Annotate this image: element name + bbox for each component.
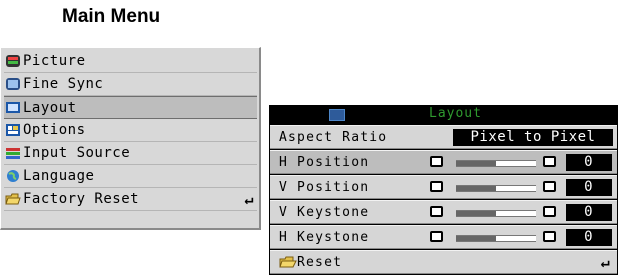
menu-item-language[interactable]: Language bbox=[4, 165, 257, 188]
menu-item-layout[interactable]: Layout bbox=[4, 96, 257, 119]
picture-icon bbox=[5, 54, 21, 68]
v-position-value: 0 bbox=[566, 179, 612, 196]
minus-adjust-icon bbox=[430, 181, 443, 192]
h-keystone-slider[interactable] bbox=[456, 235, 536, 242]
h-position-row[interactable]: H Position 0 bbox=[270, 150, 617, 174]
main-menu: Picture Fine Sync Layout Options Input S… bbox=[0, 47, 261, 230]
menu-item-label: Picture bbox=[23, 53, 86, 69]
menu-item-label: Options bbox=[23, 122, 86, 138]
reset-row[interactable]: Reset ↵ bbox=[270, 250, 617, 274]
v-position-label: V Position bbox=[279, 180, 370, 195]
folder-icon bbox=[5, 192, 21, 206]
menu-item-label: Factory Reset bbox=[23, 191, 140, 207]
enter-icon: ↵ bbox=[600, 253, 611, 271]
layout-icon bbox=[329, 109, 345, 121]
menu-item-label: Fine Sync bbox=[23, 76, 104, 92]
aspect-ratio-label: Aspect Ratio bbox=[279, 130, 388, 145]
minus-adjust-icon bbox=[430, 231, 443, 242]
v-keystone-label: V Keystone bbox=[279, 205, 370, 220]
enter-icon: ↵ bbox=[244, 190, 254, 208]
reset-label: Reset bbox=[297, 255, 343, 270]
plus-adjust-icon bbox=[543, 181, 556, 192]
fine-sync-icon bbox=[5, 77, 21, 91]
minus-adjust-icon bbox=[430, 206, 443, 217]
v-keystone-slider[interactable] bbox=[456, 210, 536, 217]
h-keystone-value: 0 bbox=[566, 229, 612, 246]
folder-icon bbox=[279, 256, 297, 268]
h-position-value: 0 bbox=[566, 154, 612, 171]
h-position-slider[interactable] bbox=[456, 160, 536, 167]
aspect-ratio-row[interactable]: Aspect Ratio Pixel to Pixel bbox=[270, 125, 617, 149]
plus-adjust-icon bbox=[543, 156, 556, 167]
slider-fill bbox=[456, 161, 496, 166]
options-icon bbox=[5, 123, 21, 137]
submenu-title: Layout bbox=[429, 106, 482, 121]
submenu-header: Layout bbox=[269, 105, 618, 124]
menu-item-label: Input Source bbox=[23, 145, 131, 161]
layout-submenu: Layout Aspect Ratio Pixel to Pixel H Pos… bbox=[269, 105, 618, 275]
v-keystone-row[interactable]: V Keystone 0 bbox=[270, 200, 617, 224]
globe-icon bbox=[5, 169, 21, 183]
v-keystone-value: 0 bbox=[566, 204, 612, 221]
slider-fill bbox=[456, 186, 496, 191]
h-keystone-row[interactable]: H Keystone 0 bbox=[270, 225, 617, 249]
h-position-label: H Position bbox=[279, 155, 370, 170]
menu-item-picture[interactable]: Picture bbox=[4, 50, 257, 73]
layout-icon bbox=[5, 101, 21, 115]
page-title: Main Menu bbox=[62, 6, 161, 27]
aspect-ratio-value[interactable]: Pixel to Pixel bbox=[453, 129, 613, 146]
v-position-slider[interactable] bbox=[456, 185, 536, 192]
minus-adjust-icon bbox=[430, 156, 443, 167]
menu-item-label: Layout bbox=[23, 99, 77, 116]
menu-item-label: Language bbox=[23, 168, 95, 184]
plus-adjust-icon bbox=[543, 231, 556, 242]
h-keystone-label: H Keystone bbox=[279, 230, 370, 245]
menu-item-factory-reset[interactable]: Factory Reset ↵ bbox=[4, 188, 257, 211]
menu-item-options[interactable]: Options bbox=[4, 119, 257, 142]
input-source-icon bbox=[5, 146, 21, 160]
slider-fill bbox=[456, 211, 496, 216]
plus-adjust-icon bbox=[543, 206, 556, 217]
slider-fill bbox=[456, 236, 496, 241]
menu-item-input-source[interactable]: Input Source bbox=[4, 142, 257, 165]
v-position-row[interactable]: V Position 0 bbox=[270, 175, 617, 199]
menu-item-fine-sync[interactable]: Fine Sync bbox=[4, 73, 257, 96]
